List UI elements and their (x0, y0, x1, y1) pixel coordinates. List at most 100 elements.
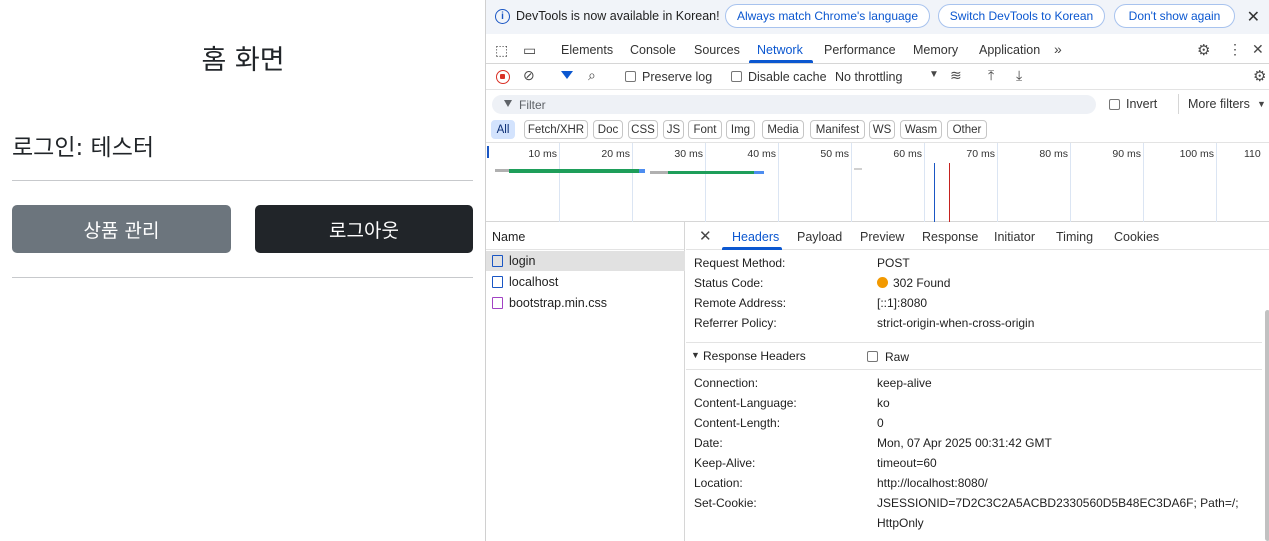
response-headers-section[interactable]: ▼ Response Headers Raw (686, 342, 1262, 370)
match-language-button[interactable]: Always match Chrome's language (725, 4, 930, 28)
search-icon[interactable]: ⌕ (588, 67, 596, 84)
tab-response[interactable]: Response (922, 230, 978, 244)
throttling-select[interactable]: No throttling (835, 70, 902, 84)
grid-line (632, 143, 633, 222)
timeline-label: 70 ms (966, 148, 995, 160)
request-row-login[interactable]: login (486, 251, 685, 271)
logout-button[interactable]: 로그아웃 (255, 205, 473, 253)
chevron-down-icon[interactable]: ▼ (1257, 99, 1266, 109)
funnel-icon (504, 100, 512, 107)
close-devtools-icon[interactable]: ✕ (1252, 41, 1264, 58)
chip-font[interactable]: Font (688, 120, 722, 139)
grid-line (851, 143, 852, 222)
triangle-down-icon: ▼ (691, 350, 700, 360)
preserve-log-checkbox[interactable] (625, 71, 636, 82)
name-column-header[interactable]: Name (486, 222, 684, 250)
waterfall-bar-localhost-queue (650, 171, 668, 174)
disable-cache-checkbox[interactable] (731, 71, 742, 82)
section-title: Response Headers (703, 349, 806, 363)
tab-memory[interactable]: Memory (913, 43, 958, 57)
tab-initiator[interactable]: Initiator (994, 230, 1035, 244)
timeline-label: 100 ms (1179, 148, 1214, 160)
chip-manifest[interactable]: Manifest (810, 120, 865, 139)
network-toolbar: ⊘ ⌕ Preserve log Disable cache No thrott… (486, 64, 1269, 90)
chip-ws[interactable]: WS (869, 120, 895, 139)
waterfall-bar-login-download (639, 169, 645, 173)
filter-funnel-icon[interactable] (561, 71, 573, 79)
product-manage-button[interactable]: 상품 관리 (12, 205, 231, 253)
tab-performance[interactable]: Performance (824, 43, 896, 57)
timeline-label: 40 ms (747, 148, 776, 160)
filter-input[interactable]: Filter (492, 95, 1096, 114)
tab-timing[interactable]: Timing (1056, 230, 1093, 244)
tab-preview[interactable]: Preview (860, 230, 904, 244)
chip-css[interactable]: CSS (628, 120, 658, 139)
header-value: ko (877, 396, 890, 410)
device-toolbar-icon[interactable]: ▭ (523, 42, 536, 59)
tab-network[interactable]: Network (757, 43, 803, 57)
dont-show-again-button[interactable]: Don't show again (1114, 4, 1235, 28)
details-scrollbar[interactable] (1265, 310, 1269, 541)
tab-application[interactable]: Application (979, 43, 1040, 57)
timeline-label: 20 ms (601, 148, 630, 160)
kebab-menu-icon[interactable]: ⋮ (1228, 41, 1242, 58)
chevron-down-icon[interactable]: ▼ (929, 69, 939, 80)
tab-headers[interactable]: Headers (732, 230, 779, 244)
document-file-icon (492, 255, 503, 267)
detail-tabbar: ✕ Headers Payload Preview Response Initi… (686, 222, 1269, 250)
tab-sources[interactable]: Sources (694, 43, 740, 57)
header-key: Request Method: (694, 256, 786, 270)
timeline-label: 90 ms (1112, 148, 1141, 160)
close-details-icon[interactable]: ✕ (699, 227, 712, 245)
invert-checkbox[interactable] (1109, 99, 1120, 110)
header-value: 0 (877, 416, 884, 430)
timeline-cursor (487, 146, 489, 158)
more-filters-button[interactable]: More filters (1188, 97, 1250, 111)
request-row-bootstrap-css[interactable]: bootstrap.min.css (486, 293, 685, 313)
chip-media[interactable]: Media (762, 120, 804, 139)
chip-doc[interactable]: Doc (593, 120, 623, 139)
chip-all[interactable]: All (491, 120, 515, 139)
grid-line (1143, 143, 1144, 222)
tab-elements[interactable]: Elements (561, 43, 613, 57)
grid-line (705, 143, 706, 222)
chip-js[interactable]: JS (663, 120, 684, 139)
download-icon[interactable]: ⤓ (1016, 67, 1022, 84)
tab-cookies[interactable]: Cookies (1114, 230, 1159, 244)
settings-gear-icon[interactable]: ⚙ (1197, 41, 1210, 59)
chip-img[interactable]: Img (726, 120, 755, 139)
chip-wasm[interactable]: Wasm (900, 120, 942, 139)
header-key: Remote Address: (694, 296, 787, 310)
network-timeline-overview[interactable]: 10 ms 20 ms 30 ms 40 ms 50 ms 60 ms 70 m… (486, 142, 1269, 222)
language-infobar: i DevTools is now available in Korean! A… (486, 0, 1269, 34)
tab-payload[interactable]: Payload (797, 230, 842, 244)
grid-line (1216, 143, 1217, 222)
invert-label: Invert (1126, 97, 1158, 111)
upload-icon[interactable]: ⤒ (988, 67, 994, 84)
record-stop-icon[interactable] (496, 70, 510, 84)
network-conditions-icon[interactable]: ≋ (950, 67, 962, 84)
header-value: Mon, 07 Apr 2025 00:31:42 GMT (877, 436, 1052, 450)
chip-other[interactable]: Other (947, 120, 987, 139)
switch-korean-button[interactable]: Switch DevTools to Korean (938, 4, 1105, 28)
chip-fetch-xhr[interactable]: Fetch/XHR (524, 120, 588, 139)
inspect-element-icon[interactable]: ⬚ (495, 42, 508, 59)
request-details: ✕ Headers Payload Preview Response Initi… (686, 222, 1269, 541)
raw-checkbox[interactable] (867, 351, 878, 362)
grid-line (559, 143, 560, 222)
more-tabs-icon[interactable]: » (1054, 41, 1062, 57)
header-value: http://localhost:8080/ (877, 476, 988, 490)
tab-console[interactable]: Console (630, 43, 676, 57)
network-settings-icon[interactable]: ⚙ (1253, 67, 1266, 85)
timeline-label: 10 ms (528, 148, 557, 160)
waterfall-bar-localhost-download (754, 171, 764, 174)
preserve-log-label: Preserve log (642, 70, 713, 84)
close-icon[interactable]: ✕ (1247, 7, 1260, 27)
header-value: strict-origin-when-cross-origin (877, 316, 1035, 330)
divider (12, 277, 473, 278)
active-tab-indicator (722, 247, 782, 250)
stylesheet-file-icon (492, 297, 503, 309)
request-row-localhost[interactable]: localhost (486, 272, 685, 292)
timeline-label: 80 ms (1039, 148, 1068, 160)
clear-icon[interactable]: ⊘ (523, 67, 535, 84)
